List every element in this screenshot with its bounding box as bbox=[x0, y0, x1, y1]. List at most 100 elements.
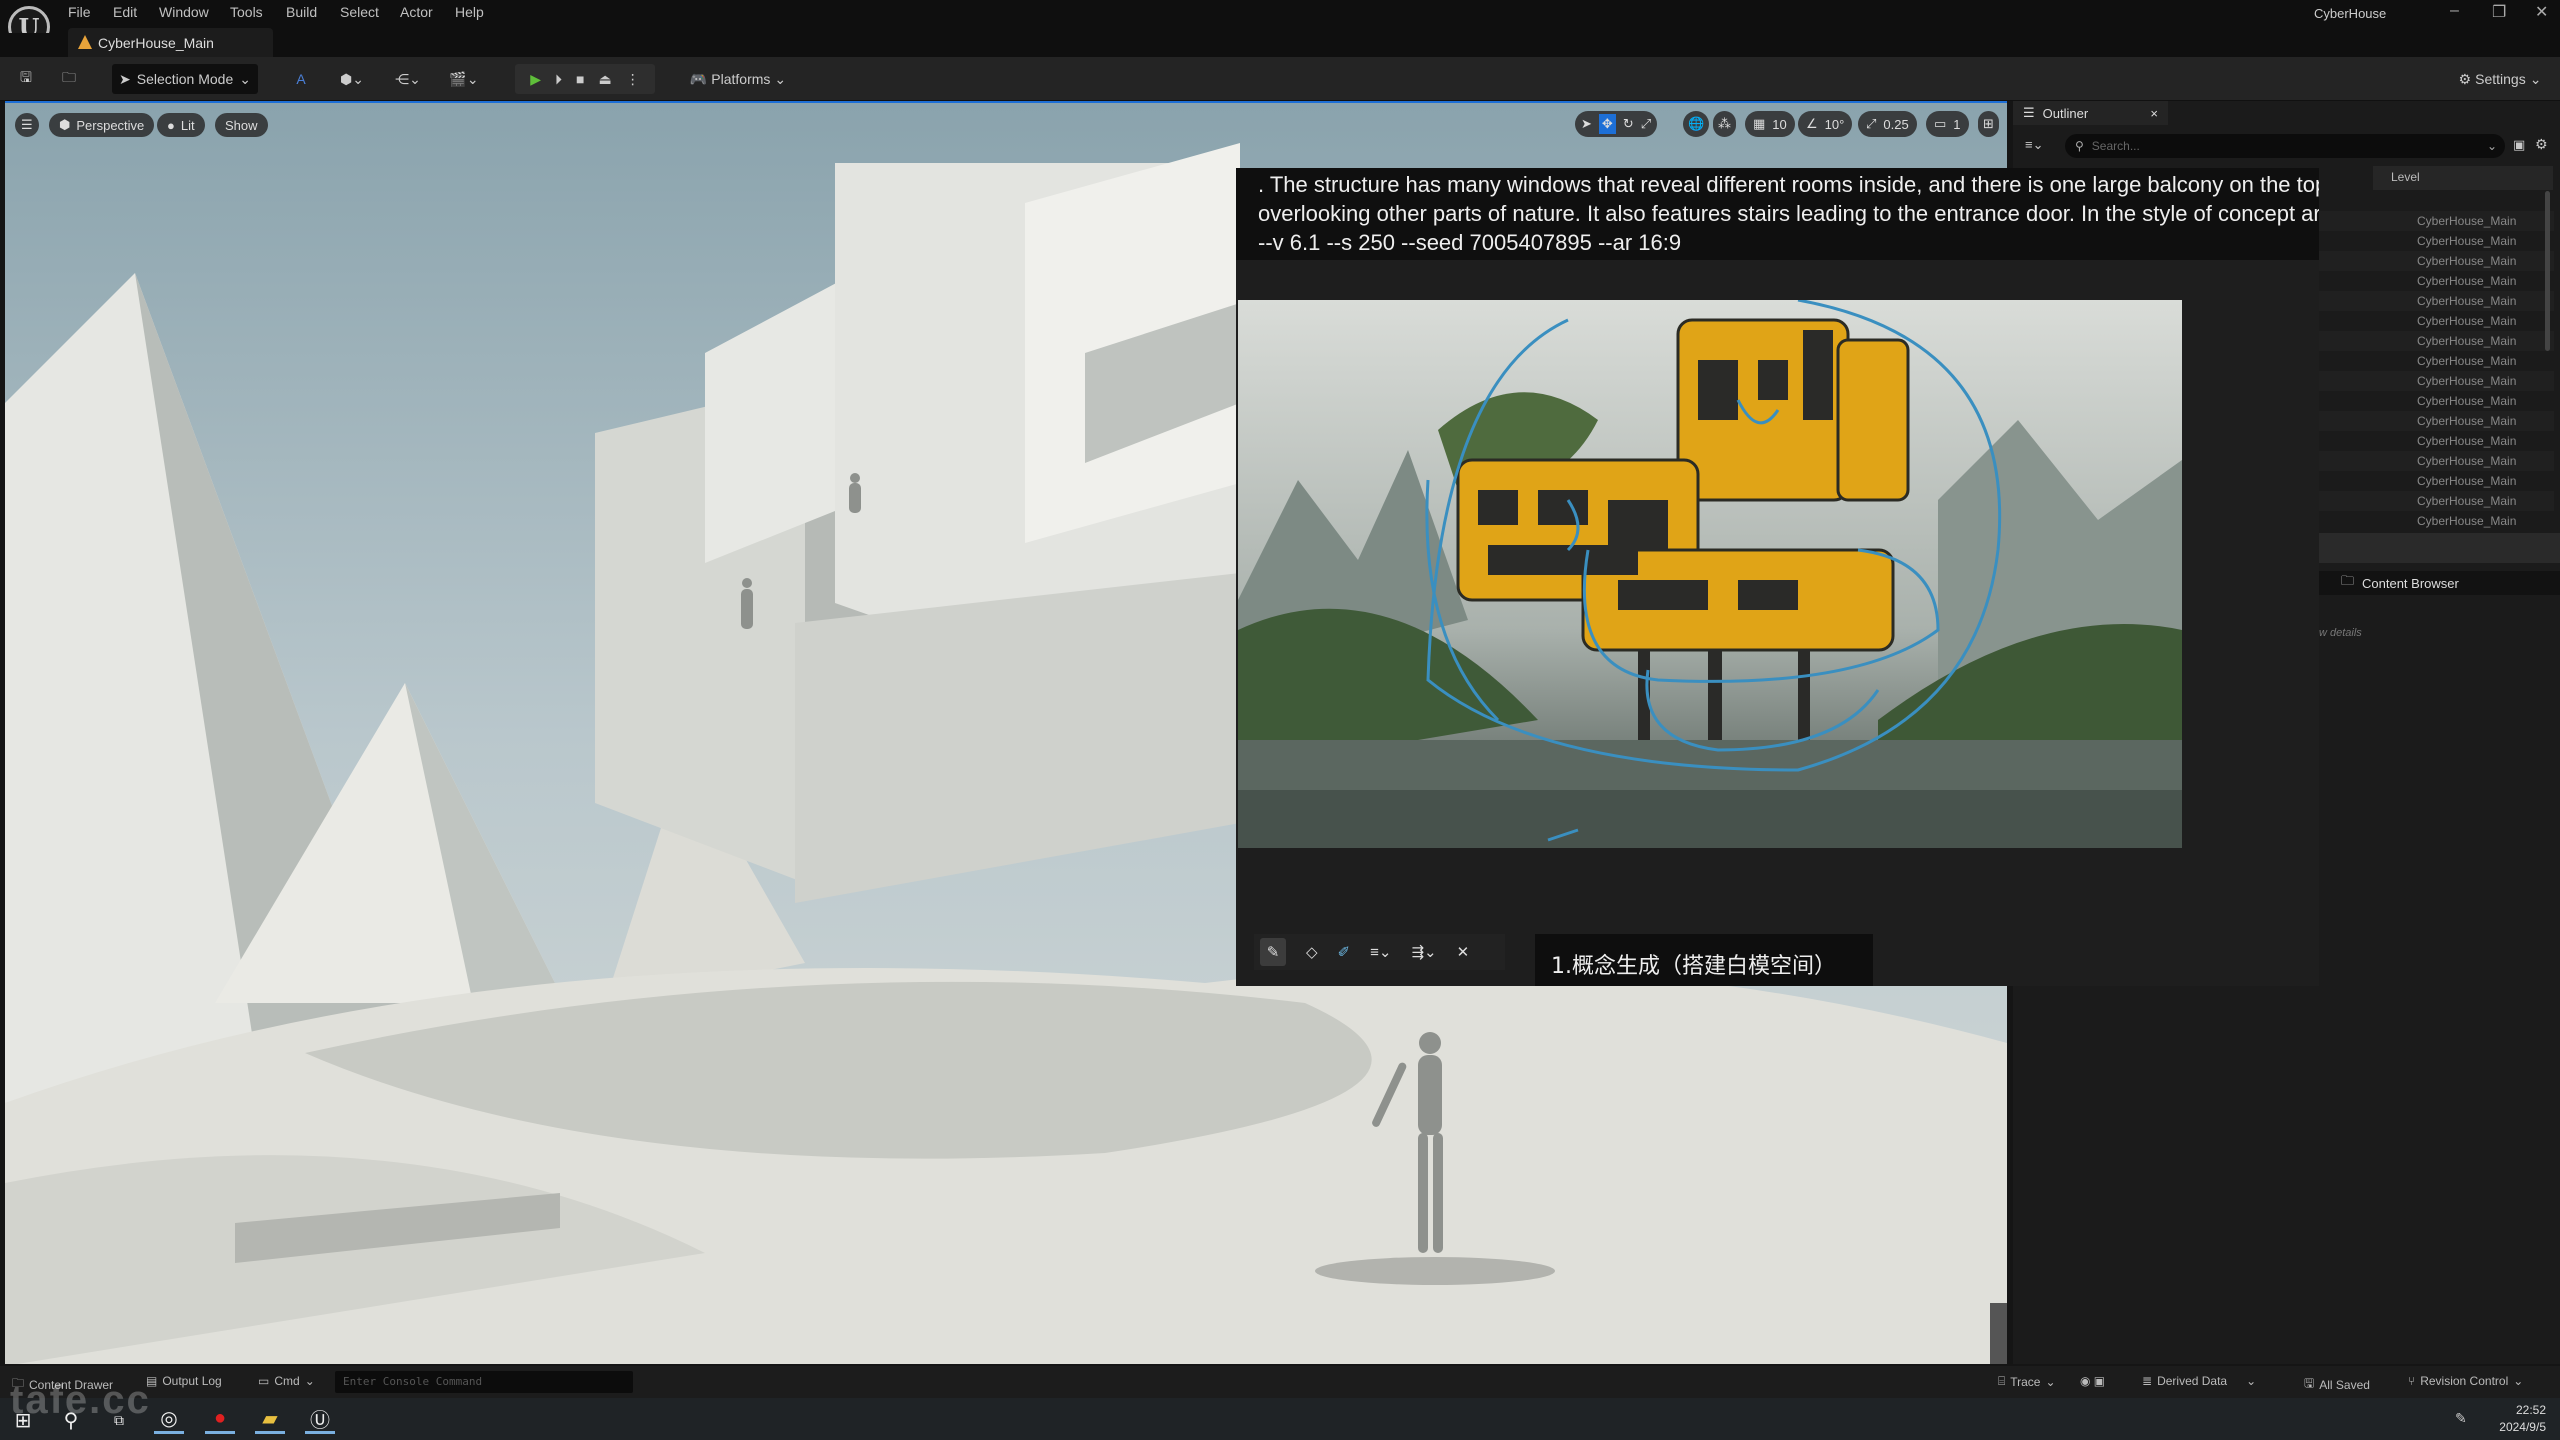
selection-mode-label: Selection Mode bbox=[136, 71, 234, 87]
chevron-down-icon: ⌄ bbox=[2513, 1374, 2524, 1388]
unreal-taskbar-icon[interactable]: Ⓤ bbox=[305, 1406, 335, 1434]
outliner-search-input[interactable]: ⚲ Search... ⌄ bbox=[2065, 134, 2505, 158]
menu-tools[interactable]: Tools bbox=[230, 4, 263, 20]
status-bar: 🗀 Content Drawer ▤ Output Log ▭ Cmd ⌄ Enter … bbox=[0, 1366, 2560, 1398]
outliner-row[interactable]: CyberHouse_Main bbox=[2319, 391, 2554, 411]
scale-icon[interactable]: ⤢ bbox=[1641, 116, 1651, 132]
settings-button[interactable]: ⚙ Settings ⌄ bbox=[2452, 64, 2548, 94]
outliner-row[interactable]: CyberHouse_Main bbox=[2319, 251, 2554, 271]
browse-icon[interactable]: 🗀 bbox=[56, 64, 82, 94]
record-icon[interactable]: ◉ ▣ bbox=[2080, 1374, 2105, 1388]
outliner-row[interactable]: CyberHouse_Main bbox=[2319, 211, 2554, 231]
outliner-row[interactable]: CyberHouse_Main bbox=[2319, 491, 2554, 511]
revision-control-label: Revision Control bbox=[2420, 1374, 2509, 1388]
recorder-icon[interactable]: ● bbox=[205, 1406, 235, 1434]
restore-icon[interactable]: ❐ bbox=[2492, 2, 2506, 22]
close-icon[interactable]: ✕ bbox=[1457, 943, 1470, 961]
outliner-row[interactable]: CyberHouse_Main bbox=[2319, 411, 2554, 431]
outliner-row[interactable]: CyberHouse_Main bbox=[2319, 291, 2554, 311]
world-local-button[interactable]: 🌐 bbox=[1683, 111, 1710, 137]
close-window-icon[interactable]: ✕ bbox=[2535, 2, 2548, 22]
revision-control-dropdown[interactable]: ⑂ Revision Control ⌄ bbox=[2408, 1374, 2523, 1388]
trace-label: Trace bbox=[2010, 1374, 2041, 1389]
angle-icon: ∠ bbox=[1806, 116, 1818, 131]
filter-icon[interactable]: ≡⌄ bbox=[2025, 137, 2043, 153]
app-icon[interactable]: ◎ bbox=[154, 1406, 184, 1434]
outliner-row[interactable]: CyberHouse_Main bbox=[2319, 431, 2554, 451]
selection-mode-dropdown[interactable]: ➤ Selection Mode ⌄ bbox=[112, 64, 258, 94]
console-input[interactable]: Enter Console Command bbox=[335, 1371, 633, 1393]
menu-build[interactable]: Build bbox=[286, 4, 317, 20]
outliner-row[interactable]: CyberHouse_Main bbox=[2319, 311, 2554, 331]
menu-window[interactable]: Window bbox=[159, 4, 209, 20]
more-icon[interactable]: ⋮ bbox=[626, 71, 640, 88]
level-column-header[interactable]: Level bbox=[2373, 166, 2553, 190]
line-style-icon[interactable]: ⇶⌄ bbox=[1411, 943, 1436, 961]
add-actor-icon[interactable]: ⬢⌄ bbox=[332, 64, 372, 94]
level-tab[interactable]: CyberHouse_Main bbox=[68, 28, 273, 57]
rotation-snap-button[interactable]: ∠ 10° bbox=[1798, 111, 1853, 137]
modeling-icon[interactable]: A bbox=[288, 64, 314, 94]
content-browser-tab[interactable]: 🗀 Content Browser bbox=[2319, 571, 2560, 595]
perspective-button[interactable]: ⬢ Perspective bbox=[49, 113, 155, 137]
menu-actor[interactable]: Actor bbox=[400, 4, 433, 20]
pen-tray-icon[interactable]: ✎ bbox=[2455, 1410, 2467, 1427]
scale-snap-button[interactable]: ⤢ 0.25 bbox=[1858, 111, 1917, 137]
chevron-down-icon: ⌄ bbox=[2486, 139, 2497, 153]
output-log-button[interactable]: ▤ Output Log bbox=[146, 1374, 222, 1388]
menu-file[interactable]: File bbox=[68, 4, 91, 20]
outliner-row[interactable]: CyberHouse_Main bbox=[2319, 351, 2554, 371]
outliner-row[interactable]: CyberHouse_Main bbox=[2319, 371, 2554, 391]
menu-select[interactable]: Select bbox=[340, 4, 379, 20]
add-folder-icon[interactable]: ▣ bbox=[2513, 137, 2525, 153]
play-icon[interactable]: ▶ bbox=[530, 71, 541, 88]
all-saved-button[interactable]: 🖫 All Saved bbox=[2304, 1374, 2370, 1395]
outliner-tab[interactable]: ☰ Outliner × bbox=[2013, 101, 2168, 125]
outliner-row[interactable]: CyberHouse_Main bbox=[2319, 511, 2554, 531]
lit-button[interactable]: ● Lit bbox=[157, 113, 205, 137]
grid-snap-button[interactable]: ▦ 10 bbox=[1745, 111, 1795, 137]
clock[interactable]: 22:52 2024/9/5 bbox=[2499, 1402, 2546, 1436]
cursor-icon: ➤ bbox=[119, 70, 131, 87]
outliner-row[interactable]: CyberHouse_Main bbox=[2319, 471, 2554, 491]
highlighter-icon[interactable]: ✐ bbox=[1338, 943, 1351, 961]
grid-icon: ▦ bbox=[1753, 116, 1766, 131]
outliner-scrollbar[interactable] bbox=[2545, 191, 2550, 351]
outliner-row[interactable]: CyberHouse_Main bbox=[2319, 271, 2554, 291]
trace-icon: ⌸ bbox=[1998, 1374, 2006, 1388]
menu-help[interactable]: Help bbox=[455, 4, 484, 20]
platforms-dropdown[interactable]: 🎮 Platforms ⌄ bbox=[688, 64, 788, 94]
stop-icon[interactable]: ■ bbox=[576, 71, 584, 87]
cinematics-icon[interactable]: 🎬⌄ bbox=[444, 64, 484, 94]
select-icon[interactable]: ➤ bbox=[1581, 116, 1592, 132]
tab-row bbox=[0, 33, 2560, 57]
eject-icon[interactable]: ⏏ bbox=[599, 71, 612, 88]
show-button[interactable]: Show bbox=[215, 113, 268, 137]
eraser-icon[interactable]: ◇ bbox=[1306, 943, 1318, 961]
transform-tools: ➤ ✥ ↻ ⤢ bbox=[1575, 111, 1658, 137]
viewport-menu-button[interactable]: ☰ bbox=[15, 113, 39, 137]
derived-data-dropdown[interactable]: ≣ Derived Data ⌄ bbox=[2142, 1374, 2256, 1388]
outliner-icon: ☰ bbox=[2023, 105, 2035, 120]
surface-snap-button[interactable]: ⁂ bbox=[1713, 111, 1736, 137]
file-explorer-icon[interactable]: ▰ bbox=[255, 1406, 285, 1434]
close-tab-icon[interactable]: × bbox=[2150, 106, 2158, 121]
line-weight-icon[interactable]: ≡⌄ bbox=[1370, 943, 1391, 961]
cmd-dropdown[interactable]: ▭ Cmd ⌄ bbox=[258, 1374, 315, 1388]
step-icon[interactable]: ⏵ bbox=[555, 71, 562, 88]
camera-speed-button[interactable]: ▭ 1 bbox=[1926, 111, 1969, 137]
outliner-row[interactable]: CyberHouse_Main bbox=[2319, 451, 2554, 471]
outliner-row[interactable]: CyberHouse_Main bbox=[2319, 331, 2554, 351]
blueprint-icon[interactable]: ⋲⌄ bbox=[388, 64, 428, 94]
layout-button[interactable]: ⊞ bbox=[1978, 111, 1999, 137]
save-icon[interactable]: 🖫 bbox=[14, 64, 38, 94]
rotate-icon[interactable]: ↻ bbox=[1623, 116, 1634, 132]
translate-icon[interactable]: ✥ bbox=[1598, 114, 1616, 134]
concept-overlay-panel: . The structure has many windows that re… bbox=[1236, 168, 2319, 986]
outliner-row[interactable]: CyberHouse_Main bbox=[2319, 231, 2554, 251]
menu-edit[interactable]: Edit bbox=[113, 4, 137, 20]
gear-icon[interactable]: ⚙ bbox=[2535, 136, 2548, 153]
pen-icon[interactable]: ✎ bbox=[1260, 938, 1286, 966]
trace-dropdown[interactable]: ⌸ Trace ⌄ bbox=[1998, 1374, 2056, 1389]
minimize-icon[interactable]: – bbox=[2450, 2, 2459, 20]
